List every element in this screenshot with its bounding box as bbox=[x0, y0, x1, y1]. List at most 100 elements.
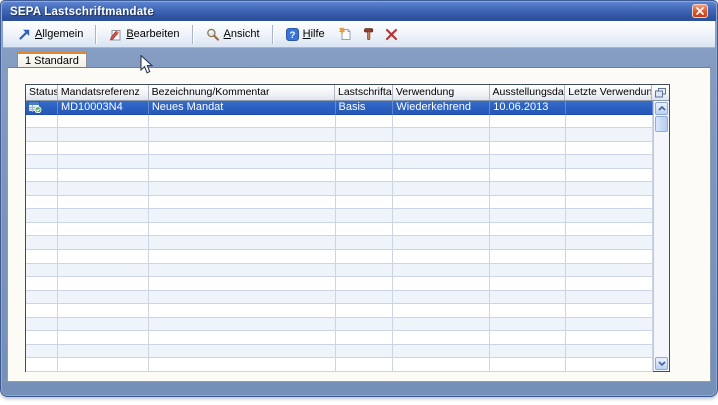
table-cell[interactable] bbox=[393, 358, 490, 372]
table-cell[interactable] bbox=[336, 250, 394, 264]
table-cell[interactable] bbox=[490, 277, 566, 291]
table-row-empty[interactable] bbox=[26, 155, 653, 169]
table-cell[interactable] bbox=[566, 182, 653, 196]
table-row-empty[interactable] bbox=[26, 304, 653, 318]
table-cell[interactable] bbox=[566, 155, 653, 169]
table-cell[interactable] bbox=[393, 291, 490, 305]
table-cell[interactable] bbox=[149, 142, 336, 156]
table-cell[interactable] bbox=[490, 264, 566, 278]
bearbeiten-button[interactable]: Bearbeiten bbox=[101, 24, 187, 45]
column-header-letzte-verwendung[interactable]: Letzte Verwendung bbox=[565, 85, 652, 100]
table-cell[interactable] bbox=[566, 209, 653, 223]
table-row-mandate[interactable]: MD10003N4Neues MandatBasisWiederkehrend1… bbox=[26, 101, 653, 115]
table-cell[interactable] bbox=[336, 318, 394, 332]
table-cell[interactable] bbox=[149, 209, 336, 223]
table-row-empty[interactable] bbox=[26, 169, 653, 183]
table-cell[interactable] bbox=[149, 277, 336, 291]
column-header-lastschriftart[interactable]: Lastschriftart bbox=[335, 85, 393, 100]
table-cell[interactable] bbox=[149, 236, 336, 250]
column-header-verwendung[interactable]: Verwendung bbox=[393, 85, 490, 100]
table-cell[interactable] bbox=[58, 209, 149, 223]
table-cell[interactable] bbox=[393, 277, 490, 291]
table-row-empty[interactable] bbox=[26, 182, 653, 196]
table-row-empty[interactable] bbox=[26, 318, 653, 332]
table-cell[interactable] bbox=[566, 128, 653, 142]
table-cell[interactable] bbox=[490, 223, 566, 237]
table-cell[interactable] bbox=[336, 291, 394, 305]
table-cell[interactable] bbox=[393, 318, 490, 332]
table-cell[interactable] bbox=[26, 331, 58, 345]
scroll-down-button[interactable] bbox=[655, 357, 668, 370]
table-row-empty[interactable] bbox=[26, 291, 653, 305]
table-cell[interactable] bbox=[58, 250, 149, 264]
table-cell[interactable] bbox=[336, 304, 394, 318]
table-cell[interactable] bbox=[149, 304, 336, 318]
table-cell[interactable] bbox=[149, 223, 336, 237]
table-cell[interactable] bbox=[58, 196, 149, 210]
table-cell[interactable] bbox=[58, 291, 149, 305]
table-cell[interactable] bbox=[336, 277, 394, 291]
table-cell[interactable] bbox=[393, 345, 490, 359]
table-cell[interactable] bbox=[490, 115, 566, 129]
table-cell[interactable] bbox=[393, 264, 490, 278]
table-cell[interactable] bbox=[393, 115, 490, 129]
table-cell[interactable] bbox=[26, 196, 58, 210]
table-cell[interactable] bbox=[566, 318, 653, 332]
table-cell[interactable] bbox=[566, 250, 653, 264]
table-cell[interactable] bbox=[490, 142, 566, 156]
table-cell[interactable] bbox=[58, 331, 149, 345]
table-row-empty[interactable] bbox=[26, 345, 653, 359]
table-cell[interactable] bbox=[26, 291, 58, 305]
table-cell[interactable] bbox=[149, 169, 336, 183]
table-cell[interactable] bbox=[149, 182, 336, 196]
table-cell[interactable] bbox=[26, 223, 58, 237]
table-cell[interactable] bbox=[566, 277, 653, 291]
table-cell[interactable] bbox=[336, 236, 394, 250]
delete-button[interactable] bbox=[380, 25, 403, 44]
table-cell[interactable] bbox=[58, 358, 149, 372]
table-row-empty[interactable] bbox=[26, 264, 653, 278]
table-cell[interactable] bbox=[566, 291, 653, 305]
table-cell[interactable] bbox=[26, 236, 58, 250]
table-cell[interactable] bbox=[58, 223, 149, 237]
table-cell[interactable]: Neues Mandat bbox=[149, 101, 336, 115]
table-cell[interactable] bbox=[149, 115, 336, 129]
status-cell[interactable] bbox=[26, 101, 58, 115]
table-cell[interactable] bbox=[490, 345, 566, 359]
table-cell[interactable] bbox=[490, 304, 566, 318]
table-cell[interactable] bbox=[26, 358, 58, 372]
table-cell[interactable]: Wiederkehrend bbox=[393, 101, 490, 115]
table-cell[interactable] bbox=[336, 196, 394, 210]
table-cell[interactable] bbox=[566, 115, 653, 129]
table-cell[interactable] bbox=[149, 358, 336, 372]
table-cell[interactable] bbox=[26, 115, 58, 129]
table-cell[interactable] bbox=[336, 345, 394, 359]
table-cell[interactable] bbox=[336, 358, 394, 372]
table-cell[interactable] bbox=[566, 101, 653, 115]
table-cell[interactable] bbox=[566, 358, 653, 372]
vertical-scrollbar[interactable] bbox=[653, 101, 669, 371]
table-cell[interactable] bbox=[393, 223, 490, 237]
table-cell[interactable] bbox=[149, 345, 336, 359]
table-cell[interactable] bbox=[149, 291, 336, 305]
table-cell[interactable] bbox=[26, 264, 58, 278]
table-cell[interactable] bbox=[149, 264, 336, 278]
table-cell[interactable]: Basis bbox=[336, 101, 394, 115]
table-row-empty[interactable] bbox=[26, 236, 653, 250]
table-cell[interactable] bbox=[336, 115, 394, 129]
table-cell[interactable] bbox=[336, 142, 394, 156]
table-cell[interactable] bbox=[490, 358, 566, 372]
allgemein-button[interactable]: Allgemein bbox=[10, 24, 91, 45]
table-cell[interactable]: MD10003N4 bbox=[58, 101, 149, 115]
table-cell[interactable] bbox=[336, 209, 394, 223]
table-cell[interactable] bbox=[490, 236, 566, 250]
table-cell[interactable] bbox=[566, 304, 653, 318]
table-cell[interactable] bbox=[393, 304, 490, 318]
table-cell[interactable] bbox=[58, 236, 149, 250]
table-cell[interactable] bbox=[26, 277, 58, 291]
table-cell[interactable] bbox=[566, 223, 653, 237]
table-row-empty[interactable] bbox=[26, 209, 653, 223]
table-cell[interactable] bbox=[58, 128, 149, 142]
table-cell[interactable] bbox=[58, 182, 149, 196]
table-cell[interactable] bbox=[490, 128, 566, 142]
